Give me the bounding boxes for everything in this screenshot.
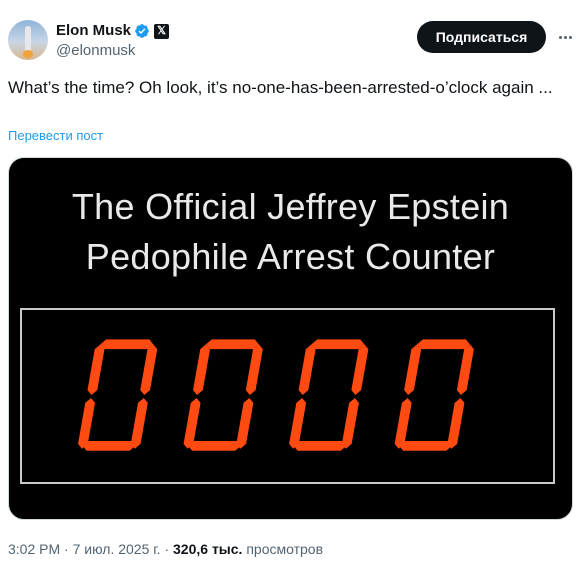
segment-a <box>100 339 154 350</box>
more-dot <box>568 35 572 39</box>
tweet-header: Elon Musk 𝕏 @elonmusk Подписаться <box>8 20 578 64</box>
segment-b <box>245 344 263 396</box>
segment-f <box>87 344 105 396</box>
segment-c <box>447 397 465 449</box>
segment-f <box>193 344 211 396</box>
x-logo-icon[interactable]: 𝕏 <box>154 23 170 39</box>
segment-d <box>293 440 347 451</box>
translate-post-link[interactable]: Перевести пост <box>8 128 103 144</box>
segment-b <box>351 344 369 396</box>
author-name[interactable]: Elon Musk <box>56 21 131 41</box>
tweet-text: What’s the time? Oh look, it’s no-one-ha… <box>8 78 553 97</box>
more-dot <box>563 35 567 39</box>
tweet-date[interactable]: 7 июл. 2025 г. <box>73 541 161 557</box>
meta-separator: · <box>60 541 73 557</box>
tweet-meta: 3:02 PM · 7 июл. 2025 г. · 320,6 тыс. пр… <box>8 540 323 558</box>
counter-display <box>20 308 555 484</box>
media-title-line-2: Pedophile Arrest Counter <box>85 236 496 277</box>
segment-a <box>206 339 259 350</box>
counter-digit <box>394 339 474 451</box>
author-handle[interactable]: @elonmusk <box>56 41 135 61</box>
counter-digit <box>289 339 369 451</box>
segment-b <box>456 344 474 396</box>
more-options-icon[interactable] <box>554 26 576 48</box>
counter-digit <box>78 339 158 451</box>
more-dot <box>558 35 562 39</box>
segment-c <box>341 397 359 449</box>
follow-button[interactable]: Подписаться <box>417 21 546 53</box>
segment-c <box>130 397 148 449</box>
avatar[interactable] <box>8 20 48 60</box>
segment-d <box>188 440 241 451</box>
segment-b <box>140 344 158 396</box>
segment-f <box>404 344 422 396</box>
segment-f <box>298 344 316 396</box>
rocket-flame-shape <box>23 50 33 58</box>
segment-a <box>311 339 365 350</box>
segment-c <box>236 397 254 449</box>
media-title-line-1: The Official Jeffrey Epstein <box>71 186 510 227</box>
views-count: 320,6 тыс. <box>173 541 243 557</box>
views-label: просмотров <box>242 541 324 557</box>
meta-separator: · <box>160 541 174 557</box>
counter-digits <box>78 339 474 451</box>
tweet-time[interactable]: 3:02 PM <box>8 541 60 557</box>
segment-d <box>399 440 452 451</box>
media-title: The Official Jeffrey Epstein Pedophile A… <box>9 182 572 282</box>
verified-badge-icon[interactable] <box>134 23 150 39</box>
rocket-shape <box>25 26 31 52</box>
segment-d <box>82 440 136 451</box>
counter-digit <box>183 339 263 451</box>
segment-a <box>417 339 470 350</box>
tweet-media-image[interactable]: The Official Jeffrey Epstein Pedophile A… <box>8 157 573 520</box>
author-name-row: Elon Musk 𝕏 <box>56 21 170 41</box>
